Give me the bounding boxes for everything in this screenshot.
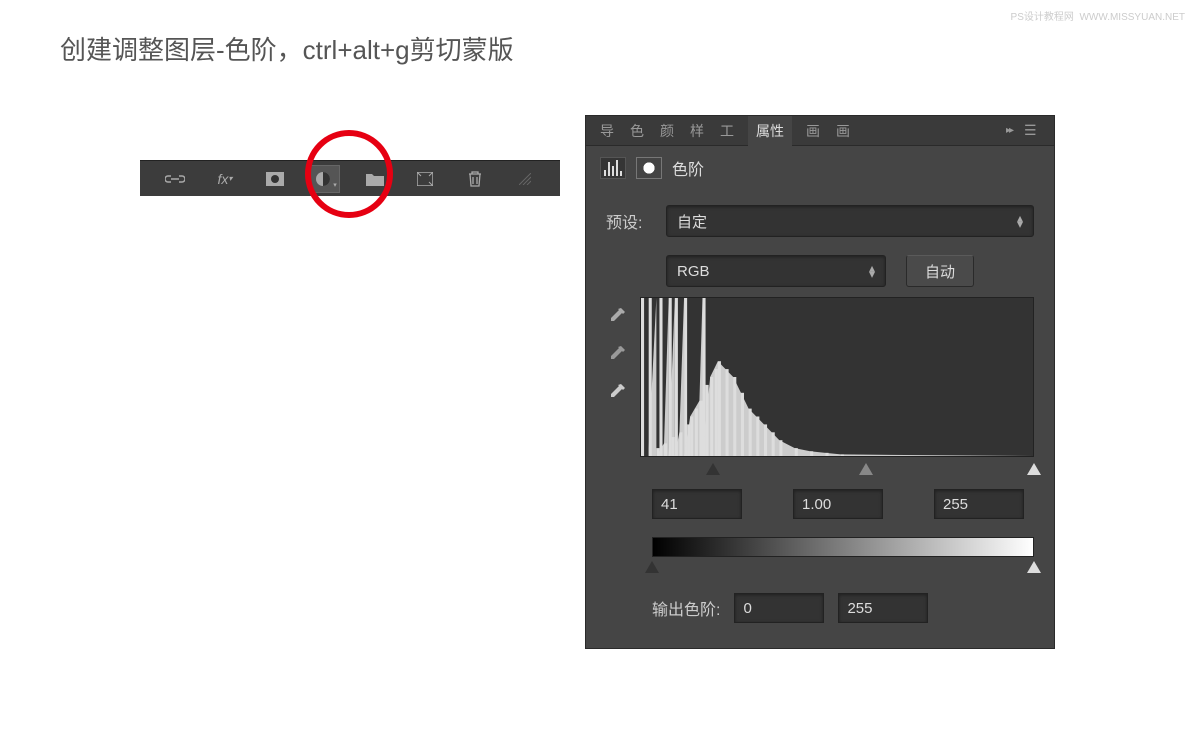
layer-mask-icon[interactable] xyxy=(260,165,290,193)
output-high-slider[interactable] xyxy=(1027,561,1041,573)
preset-value: 自定 xyxy=(677,211,707,232)
midtone-slider[interactable] xyxy=(859,463,873,475)
shadow-input[interactable]: 41 xyxy=(652,489,742,519)
panel-body: 预设: 自定 ▴▾ RGB ▴▾ 自动 xyxy=(586,190,1054,648)
watermark: PS设计教程网 WWW.MISSYUAN.NET xyxy=(1011,8,1185,23)
tab-styles[interactable]: 样 xyxy=(688,116,706,146)
new-layer-icon[interactable] xyxy=(410,165,440,193)
shadow-slider[interactable] xyxy=(706,463,720,475)
tab-brush2[interactable]: 画 xyxy=(834,116,852,146)
expand-tabs-icon[interactable]: ▸▸ xyxy=(1006,125,1012,136)
link-layers-icon[interactable] xyxy=(160,165,190,193)
tab-color[interactable]: 色 xyxy=(628,116,646,146)
auto-button-label: 自动 xyxy=(925,261,955,282)
midtone-input[interactable]: 1.00 xyxy=(793,489,883,519)
histogram-svg xyxy=(641,298,1033,456)
panel-menu-icon[interactable]: ☰ xyxy=(1024,122,1042,139)
highlight-input[interactable]: 255 xyxy=(934,489,1024,519)
output-high-input[interactable]: 255 xyxy=(838,593,928,623)
panel-header: 色阶 xyxy=(586,146,1054,190)
output-gradient-bar xyxy=(652,537,1034,557)
output-low-slider[interactable] xyxy=(645,561,659,573)
input-slider-track xyxy=(652,463,1034,479)
instruction-text: 创建调整图层-色阶，ctrl+alt+g剪切蒙版 xyxy=(60,30,514,67)
tab-nav[interactable]: 导 xyxy=(598,116,616,146)
tab-brush1[interactable]: 画 xyxy=(804,116,822,146)
resize-handle-icon[interactable] xyxy=(510,165,540,193)
mask-thumbnail-icon[interactable] xyxy=(636,157,662,179)
levels-icon[interactable] xyxy=(600,157,626,179)
dropdown-arrow-icon: ▴▾ xyxy=(1017,215,1023,227)
auto-button[interactable]: 自动 xyxy=(906,255,974,287)
preset-label: 预设: xyxy=(606,209,656,233)
tab-swatches[interactable]: 颜 xyxy=(658,116,676,146)
eyedropper-column xyxy=(606,297,628,457)
channel-value: RGB xyxy=(677,263,710,280)
output-slider-track xyxy=(652,561,1034,577)
dropdown-arrow-icon: ▴▾ xyxy=(869,265,875,277)
histogram-display xyxy=(640,297,1034,457)
black-point-eyedropper-icon[interactable] xyxy=(606,305,628,327)
folder-icon[interactable] xyxy=(360,165,390,193)
highlight-slider[interactable] xyxy=(1027,463,1041,475)
gray-point-eyedropper-icon[interactable] xyxy=(606,343,628,365)
tab-properties[interactable]: 属性 xyxy=(748,116,792,146)
preset-dropdown[interactable]: 自定 ▴▾ xyxy=(666,205,1034,237)
properties-panel: 导 色 颜 样 工 属性 画 画 ▸▸ ☰ 色阶 预设: 自定 ▴▾ RGB ▴… xyxy=(585,115,1055,649)
channel-dropdown[interactable]: RGB ▴▾ xyxy=(666,255,886,287)
adjustment-layer-icon[interactable]: ▾ xyxy=(310,165,340,193)
adjustment-title: 色阶 xyxy=(672,156,704,180)
trash-icon[interactable] xyxy=(460,165,490,193)
panel-tab-bar: 导 色 颜 样 工 属性 画 画 ▸▸ ☰ xyxy=(586,116,1054,146)
white-point-eyedropper-icon[interactable] xyxy=(606,381,628,403)
tab-tools[interactable]: 工 xyxy=(718,116,736,146)
fx-icon[interactable]: fx▾ xyxy=(210,165,240,193)
layers-panel-footer: fx▾ ▾ xyxy=(140,160,560,196)
output-low-input[interactable]: 0 xyxy=(734,593,824,623)
output-levels-label: 输出色阶: xyxy=(652,596,720,620)
